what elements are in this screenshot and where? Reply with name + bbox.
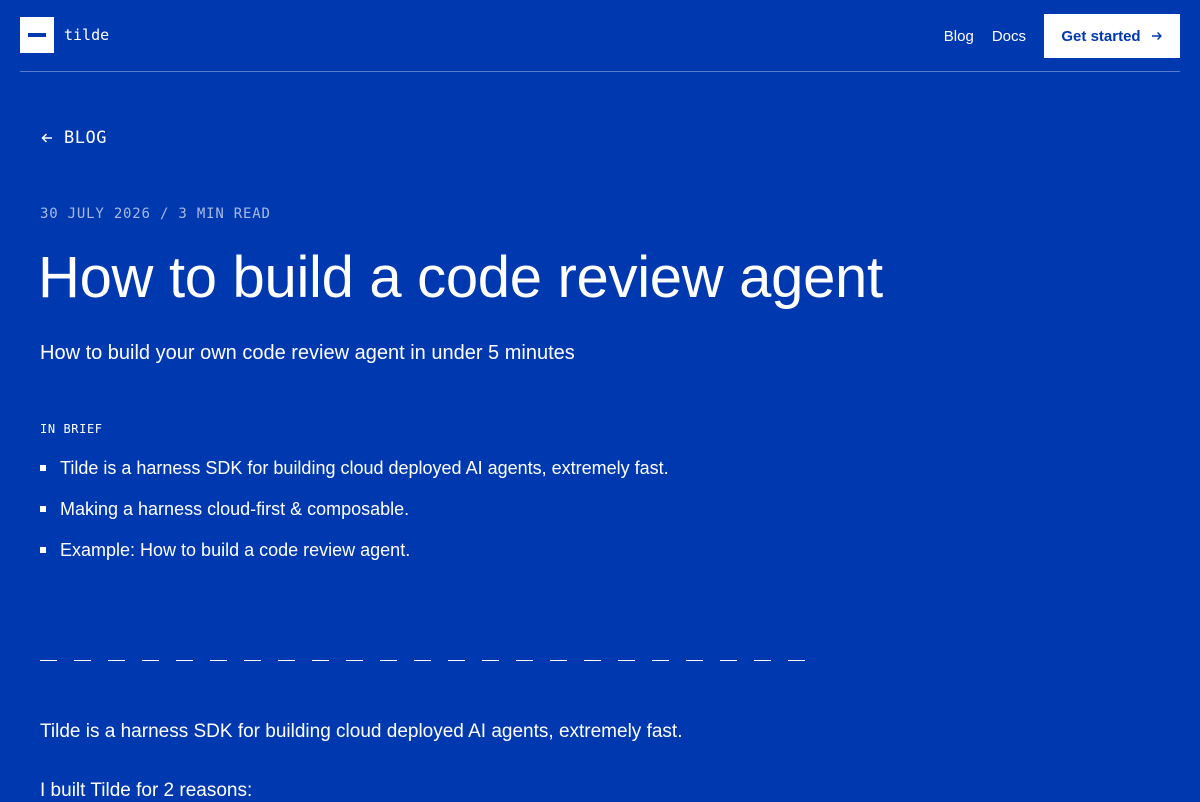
square-bullet-icon: [40, 547, 46, 553]
brief-item-text: Making a harness cloud-first & composabl…: [60, 498, 410, 519]
article-meta: 30 JULY 2026 / 3 MIN READ: [40, 206, 271, 222]
list-item: Example: How to build a code review agen…: [40, 538, 669, 562]
body-paragraph: Tilde is a harness SDK for building clou…: [40, 721, 683, 742]
in-brief-label: IN BRIEF: [40, 422, 103, 436]
get-started-button[interactable]: Get started: [1044, 14, 1180, 58]
square-bullet-icon: [40, 506, 46, 512]
arrow-right-icon: [1151, 32, 1162, 40]
list-item: Making a harness cloud-first & composabl…: [40, 497, 669, 521]
nav-link-blog[interactable]: Blog: [944, 28, 974, 45]
body-paragraph: I built Tilde for 2 reasons:: [40, 780, 253, 801]
top-navigation-bar: tilde Blog Docs Get started: [20, 0, 1180, 72]
nav-link-docs[interactable]: Docs: [992, 28, 1026, 45]
list-item: Tilde is a harness SDK for building clou…: [40, 456, 669, 480]
logo-text: tilde: [64, 26, 110, 44]
logo-link[interactable]: tilde: [20, 17, 109, 53]
back-link-label: BLOG: [64, 128, 107, 148]
main-nav: Blog Docs Get started: [944, 14, 1180, 58]
brief-item-text: Example: How to build a code review agen…: [60, 539, 411, 560]
brief-item-text: Tilde is a harness SDK for building clou…: [60, 457, 669, 478]
arrow-left-icon: [41, 133, 52, 143]
in-brief-list: Tilde is a harness SDK for building clou…: [40, 456, 669, 579]
article-title: How to build a code review agent: [38, 245, 883, 310]
square-bullet-icon: [40, 465, 46, 471]
get-started-label: Get started: [1061, 27, 1141, 45]
back-to-blog-link[interactable]: BLOG: [40, 128, 107, 148]
article-subtitle: How to build your own code review agent …: [40, 342, 575, 364]
dash-logo-icon: [20, 17, 54, 53]
dashed-divider: [40, 660, 810, 661]
